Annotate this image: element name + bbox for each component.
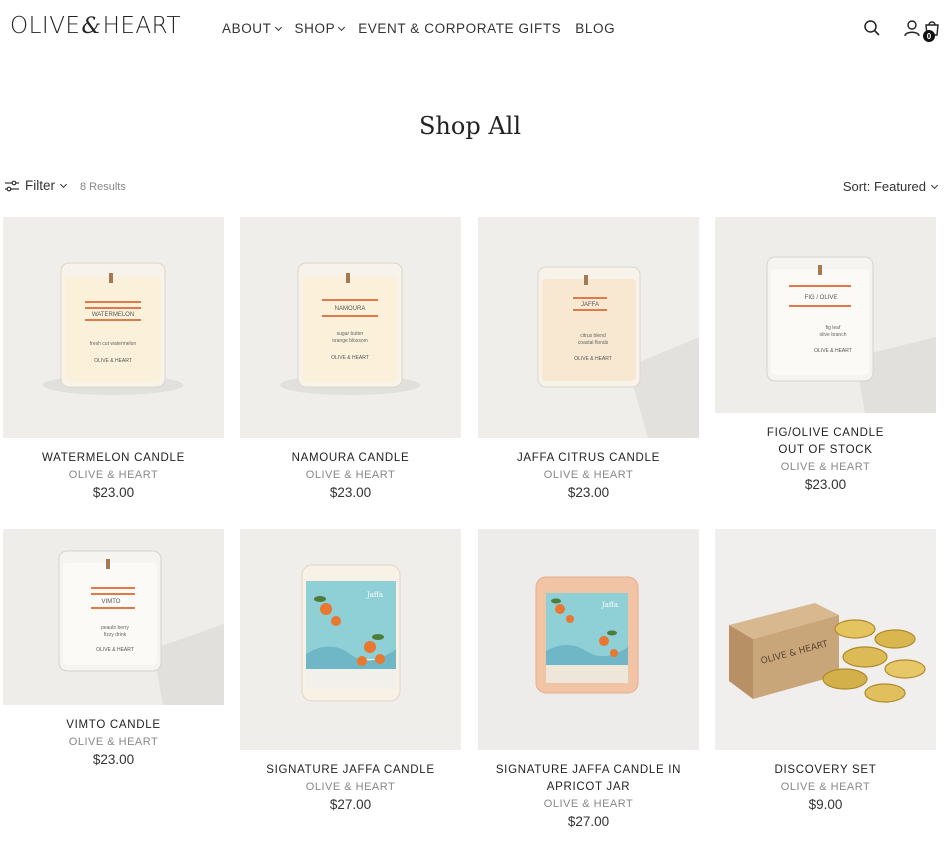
product-card[interactable]: JAFFA citrus blend coastal florals OLIVE…	[478, 217, 699, 500]
collection-toolbar: Filter 8 Results Sort: Featured	[5, 178, 939, 198]
product-image[interactable]: VIMTO peaulir berry fizzy drink OLIVE & …	[3, 529, 224, 705]
product-image[interactable]: OLIVE & HEART	[715, 529, 936, 750]
product-name[interactable]: FIG/OLIVE CANDLE	[715, 425, 936, 442]
site-header: OLIVE&HEART ABOUT SHOP EVENT & CORPORATE…	[0, 0, 945, 58]
sort-dropdown[interactable]: Sort: Featured	[842, 179, 939, 194]
logo-ampersand: &	[81, 14, 102, 39]
out-of-stock-label: OUT OF STOCK	[778, 444, 873, 456]
product-image[interactable]: WATERMELON fresh cut watermelon OLIVE & …	[3, 217, 224, 438]
product-brand: OLIVE & HEART	[68, 736, 159, 748]
product-brand: OLIVE & HEART	[780, 461, 871, 473]
product-brand: OLIVE & HEART	[543, 469, 634, 481]
sort-label: Sort: Featured	[842, 179, 926, 194]
candle-label-title: NAMOURA	[335, 306, 366, 312]
jar-label-text: Jaffa	[601, 601, 618, 609]
nav-event-label: EVENT & CORPORATE GIFTS	[358, 21, 562, 36]
candle-label-title: WATERMELON	[92, 312, 134, 318]
product-brand: OLIVE & HEART	[305, 469, 396, 481]
filter-sliders-icon	[5, 180, 19, 191]
chevron-down-icon	[59, 180, 68, 188]
product-name[interactable]: JAFFA CITRUS CANDLE	[478, 450, 699, 467]
product-name[interactable]: WATERMELON CANDLE	[3, 450, 224, 467]
results-count: 8 Results	[80, 181, 126, 193]
candle-label-title: FIG / OLIVE	[805, 295, 838, 301]
candle-label-maker: OLIVE & HEART	[331, 355, 369, 361]
product-image[interactable]: Jaffa	[478, 529, 699, 750]
product-brand: OLIVE & HEART	[780, 781, 871, 793]
product-image[interactable]: Jaffa	[240, 529, 461, 750]
cart-icon[interactable]: 0	[923, 19, 941, 42]
jar-label-text: Jaffa	[366, 591, 383, 599]
product-card[interactable]: NAMOURA sugar butter orange blossom OLIV…	[240, 217, 461, 500]
chevron-down-icon	[930, 181, 939, 189]
product-name[interactable]: VIMTO CANDLE	[3, 717, 224, 734]
nav-blog[interactable]: BLOG	[575, 21, 615, 36]
chevron-down-icon	[338, 23, 346, 31]
product-image[interactable]: JAFFA citrus blend coastal florals OLIVE…	[478, 217, 699, 438]
candle-label-note: fig leaf	[826, 325, 841, 331]
product-price: $23.00	[329, 485, 372, 500]
candle-label-maker: OLIVE & HEART	[574, 356, 612, 362]
product-brand: OLIVE & HEART	[543, 798, 634, 810]
main-nav: ABOUT SHOP EVENT & CORPORATE GIFTS BLOG	[222, 21, 615, 36]
header-icons: 0	[863, 19, 941, 42]
filter-label: Filter	[25, 178, 55, 193]
product-name[interactable]: SIGNATURE JAFFA CANDLE	[240, 762, 461, 779]
candle-label-note: fresh cut watermelon	[90, 341, 137, 347]
product-brand: OLIVE & HEART	[305, 781, 396, 793]
product-image[interactable]: NAMOURA sugar butter orange blossom OLIV…	[240, 217, 461, 438]
product-card[interactable]: Jaffa SIGNATURE JAFFA CANDLE OLIVE & HEA…	[240, 529, 461, 812]
filter-button[interactable]: Filter	[5, 178, 68, 193]
product-price: $27.00	[329, 797, 372, 812]
product-price: $23.00	[92, 485, 135, 500]
site-logo[interactable]: OLIVE&HEART	[10, 13, 181, 39]
candle-label-note-2: coastal florals	[578, 340, 609, 346]
candle-label-note-2: orange blossom	[332, 338, 368, 344]
candle-label-title: VIMTO	[102, 599, 121, 605]
candle-label-note: citrus blend	[580, 333, 606, 339]
candle-label-title: JAFFA	[581, 302, 599, 308]
logo-text-right: HEART	[102, 13, 181, 39]
product-card[interactable]: FIG / OLIVE fig leaf olive branch OLIVE …	[715, 217, 936, 492]
nav-about-label: ABOUT	[222, 21, 272, 36]
nav-shop[interactable]: SHOP	[294, 21, 346, 36]
candle-label-note: peaulir berry	[101, 625, 129, 631]
nav-about[interactable]: ABOUT	[222, 21, 282, 36]
product-price: $9.00	[808, 797, 843, 812]
product-card[interactable]: VIMTO peaulir berry fizzy drink OLIVE & …	[3, 529, 224, 767]
nav-shop-label: SHOP	[294, 21, 336, 36]
product-price: $27.00	[567, 814, 610, 829]
product-card[interactable]: OLIVE & HEART DISCOVERY SET OLIVE & HEAR…	[715, 529, 936, 812]
product-name[interactable]: SIGNATURE JAFFA CANDLE IN APRICOT JAR	[478, 762, 699, 796]
candle-label-maker: OLIVE & HEART	[814, 348, 852, 354]
product-card[interactable]: Jaffa SIGNATURE JAFFA CANDLE IN APRICOT …	[478, 529, 699, 829]
logo-text-left: OLIVE	[10, 13, 81, 39]
page-title: Shop All	[418, 112, 522, 140]
search-icon[interactable]	[863, 19, 881, 37]
product-price: $23.00	[804, 477, 847, 492]
product-card[interactable]: WATERMELON fresh cut watermelon OLIVE & …	[3, 217, 224, 500]
candle-label-maker: OLIVE & HEART	[96, 647, 134, 653]
product-price: $23.00	[92, 752, 135, 767]
product-name[interactable]: DISCOVERY SET	[715, 762, 936, 779]
candle-label-note-2: fizzy drink	[104, 632, 127, 638]
candle-label-note: sugar butter	[337, 331, 364, 337]
nav-blog-label: BLOG	[575, 21, 616, 36]
candle-label-note-2: olive branch	[820, 332, 847, 338]
candle-label-maker: OLIVE & HEART	[94, 358, 132, 364]
cart-count-badge: 0	[923, 30, 935, 42]
product-price: $23.00	[567, 485, 610, 500]
product-image[interactable]: FIG / OLIVE fig leaf olive branch OLIVE …	[715, 217, 936, 413]
nav-event-corporate-gifts[interactable]: EVENT & CORPORATE GIFTS	[358, 21, 561, 36]
chevron-down-icon	[274, 23, 282, 31]
product-name[interactable]: NAMOURA CANDLE	[240, 450, 461, 467]
account-icon[interactable]	[903, 19, 921, 37]
product-brand: OLIVE & HEART	[68, 469, 159, 481]
